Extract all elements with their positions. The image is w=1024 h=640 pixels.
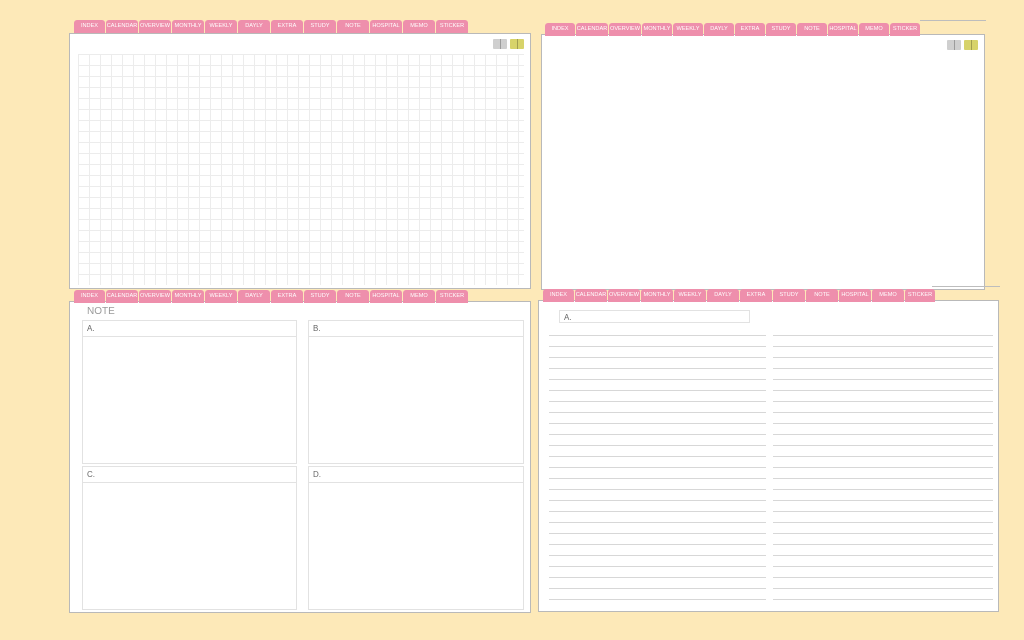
tab-calendar[interactable]: CALENDAR [576, 23, 608, 36]
grid-page [69, 33, 531, 289]
tab-calendar[interactable]: CALENDAR [575, 289, 607, 302]
tab-bar: INDEX CALENDAR OVERVIEW MONTHLY WEEKLY DAYLY E… [74, 20, 468, 33]
note-box-header: B. [309, 321, 523, 337]
tab-study[interactable]: STUDY [766, 23, 796, 36]
tab-dayly[interactable]: DAYLY [707, 289, 739, 302]
tab-memo[interactable]: MEMO [872, 289, 904, 302]
tab-study[interactable]: STUDY [773, 289, 805, 302]
tab-hospital[interactable]: HOSPITAL [839, 289, 871, 302]
tab-note[interactable]: NOTE [797, 23, 827, 36]
grid-area [78, 54, 524, 285]
note-box-d[interactable]: D. [308, 466, 524, 610]
blank-page [541, 34, 985, 290]
tab-study[interactable]: STUDY [304, 20, 336, 33]
tab-memo[interactable]: MEMO [403, 290, 435, 303]
tab-note[interactable]: NOTE [337, 20, 369, 33]
tab-memo[interactable]: MEMO [403, 20, 435, 33]
tab-bar: INDEX CALENDAR OVERVIEW MONTHLY WEEKLY DAYLY E… [74, 290, 468, 303]
tab-weekly[interactable]: WEEKLY [205, 20, 237, 33]
tab-sticker[interactable]: STICKER [890, 23, 920, 36]
page-icons [947, 40, 978, 50]
tab-monthly[interactable]: MONTHLY [642, 23, 672, 36]
book-yellow-icon[interactable] [964, 40, 978, 50]
book-gray-icon[interactable] [493, 39, 507, 49]
page-icons [493, 39, 524, 49]
tab-overview[interactable]: OVERVIEW [139, 290, 171, 303]
lined-page-label: A. [564, 313, 572, 322]
tab-index[interactable]: INDEX [74, 20, 105, 33]
tab-calendar[interactable]: CALENDAR [106, 290, 138, 303]
tab-memo[interactable]: MEMO [859, 23, 889, 36]
page-top-edge [932, 286, 1000, 287]
tab-weekly[interactable]: WEEKLY [205, 290, 237, 303]
note-box-label: B. [313, 324, 321, 333]
tab-note[interactable]: NOTE [337, 290, 369, 303]
lined-column-right[interactable] [773, 325, 993, 607]
tab-monthly[interactable]: MONTHLY [172, 20, 204, 33]
page-top-edge [920, 20, 986, 21]
note-box-b[interactable]: B. [308, 320, 524, 464]
tab-monthly[interactable]: MONTHLY [172, 290, 204, 303]
book-yellow-icon[interactable] [510, 39, 524, 49]
tab-study[interactable]: STUDY [304, 290, 336, 303]
note-box-label: A. [87, 324, 95, 333]
tab-overview[interactable]: OVERVIEW [609, 23, 641, 36]
tab-note[interactable]: NOTE [806, 289, 838, 302]
lined-page-label-field[interactable]: A. [559, 310, 750, 323]
tab-monthly[interactable]: MONTHLY [641, 289, 673, 302]
book-gray-icon[interactable] [947, 40, 961, 50]
note-box-header: D. [309, 467, 523, 483]
tab-sticker[interactable]: STICKER [905, 289, 935, 302]
note-page-title: NOTE [87, 306, 115, 317]
note-box-header: C. [83, 467, 296, 483]
note-page: NOTE A. B. C. D. [69, 301, 531, 613]
note-box-header: A. [83, 321, 296, 337]
tab-hospital[interactable]: HOSPITAL [370, 290, 402, 303]
note-box-c[interactable]: C. [82, 466, 297, 610]
tab-dayly[interactable]: DAYLY [238, 290, 270, 303]
tab-extra[interactable]: EXTRA [740, 289, 772, 302]
note-box-label: D. [313, 470, 321, 479]
tab-extra[interactable]: EXTRA [271, 20, 303, 33]
tab-dayly[interactable]: DAYLY [238, 20, 270, 33]
tab-overview[interactable]: OVERVIEW [608, 289, 640, 302]
tab-index[interactable]: INDEX [543, 289, 574, 302]
tab-hospital[interactable]: HOSPITAL [828, 23, 858, 36]
tab-overview[interactable]: OVERVIEW [139, 20, 171, 33]
tab-weekly[interactable]: WEEKLY [674, 289, 706, 302]
tab-index[interactable]: INDEX [545, 23, 575, 36]
tab-sticker[interactable]: STICKER [436, 20, 468, 33]
note-box-label: C. [87, 470, 95, 479]
lined-page: A. [538, 300, 999, 612]
tab-bar: INDEX CALENDAR OVERVIEW MONTHLY WEEKLY DAYLY E… [545, 23, 920, 36]
tab-dayly[interactable]: DAYLY [704, 23, 734, 36]
tab-sticker[interactable]: STICKER [436, 290, 468, 303]
tab-index[interactable]: INDEX [74, 290, 105, 303]
tab-weekly[interactable]: WEEKLY [673, 23, 703, 36]
note-box-a[interactable]: A. [82, 320, 297, 464]
tab-calendar[interactable]: CALENDAR [106, 20, 138, 33]
tab-bar: INDEX CALENDAR OVERVIEW MONTHLY WEEKLY DAYLY E… [543, 289, 935, 302]
tab-extra[interactable]: EXTRA [735, 23, 765, 36]
lined-column-left[interactable] [549, 325, 766, 607]
tab-hospital[interactable]: HOSPITAL [370, 20, 402, 33]
tab-extra[interactable]: EXTRA [271, 290, 303, 303]
